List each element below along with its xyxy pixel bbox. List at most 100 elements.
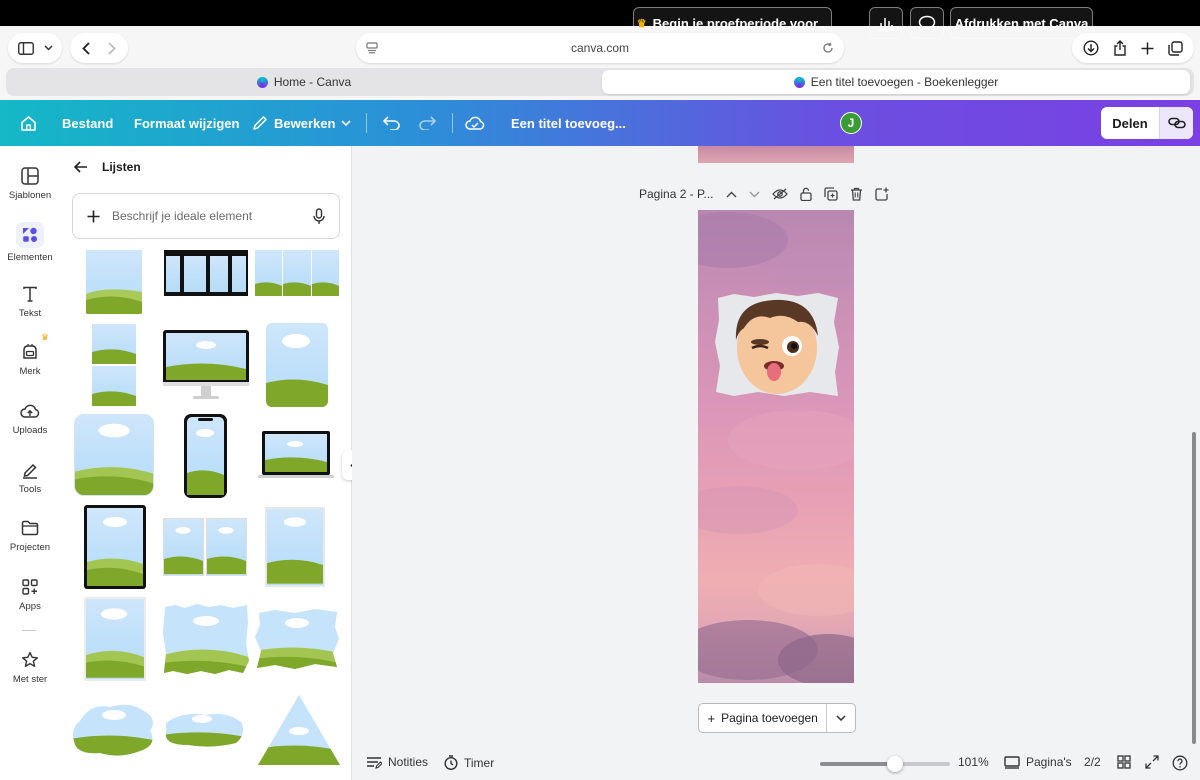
zoom-level[interactable]: 101% — [958, 755, 989, 769]
timer-icon — [444, 755, 458, 770]
bookmark-page[interactable] — [698, 210, 854, 683]
share-label: Delen — [1112, 115, 1148, 131]
redo-button[interactable] — [418, 100, 436, 146]
sidebar-toggle-button[interactable] — [8, 33, 62, 63]
fullscreen-button[interactable] — [1145, 755, 1159, 769]
memoji-sticker-image[interactable] — [714, 292, 840, 398]
comment-icon — [918, 15, 936, 32]
resize-button[interactable]: Formaat wijzigen — [134, 100, 239, 146]
page-settings-icon[interactable] — [366, 42, 378, 54]
book-spread-frame-element[interactable] — [163, 518, 247, 576]
add-page-dropdown-button[interactable] — [827, 715, 855, 721]
back-icon[interactable] — [82, 41, 90, 55]
chevron-up-icon[interactable] — [726, 191, 737, 198]
frame-element[interactable] — [86, 250, 142, 314]
torn-paper-frame-element[interactable] — [163, 603, 249, 675]
paint-splash-frame-element[interactable] — [70, 701, 158, 759]
canva-favicon-icon — [793, 76, 805, 88]
new-tab-icon[interactable] — [1141, 42, 1154, 55]
chevron-down-icon[interactable] — [749, 191, 760, 198]
tab-strip: Home - Canva Een titel toevoegen - Boeke… — [6, 68, 1194, 96]
laptop-frame-element[interactable] — [258, 431, 334, 481]
comments-button[interactable] — [910, 7, 944, 39]
lock-icon[interactable] — [799, 187, 812, 201]
stacked-photos-frame-element[interactable] — [92, 324, 136, 406]
file-menu-button[interactable]: Bestand — [62, 100, 113, 146]
apps-grid-icon — [20, 577, 40, 597]
element-search-input[interactable]: Beschrijf je ideale element — [72, 193, 340, 239]
tab-overview-icon[interactable] — [1168, 40, 1183, 56]
undo-button[interactable] — [383, 100, 401, 146]
add-page-icon[interactable] — [874, 187, 889, 201]
rail-item-elements[interactable]: Elementen — [0, 222, 60, 263]
zoom-slider-handle[interactable] — [887, 756, 904, 772]
pages-icon — [1004, 755, 1020, 769]
timer-button[interactable]: Timer — [444, 755, 494, 770]
rail-item-starred[interactable]: Met ster — [0, 650, 60, 685]
previous-page-preview[interactable] — [698, 146, 854, 163]
trial-label: Begin je proefperiode voor... — [652, 15, 829, 31]
forward-icon[interactable] — [108, 41, 116, 55]
rail-item-uploads[interactable]: Uploads — [0, 401, 60, 436]
download-icon[interactable] — [1083, 40, 1099, 56]
notes-button[interactable]: Notities — [366, 755, 428, 769]
page-count: 2/2 — [1084, 755, 1101, 769]
hide-page-icon[interactable] — [771, 188, 788, 200]
microphone-icon[interactable] — [313, 207, 325, 225]
brush-stroke-frame-element[interactable] — [255, 607, 339, 671]
print-with-canva-button[interactable]: Afdrukken met Canva — [950, 7, 1093, 39]
film-strip-frame-element[interactable] — [164, 250, 248, 296]
tab-home-canva[interactable]: Home - Canva — [10, 70, 598, 94]
page-label[interactable]: Pagina 2 - P... — [639, 187, 714, 201]
avatar[interactable]: J — [840, 112, 862, 134]
folder-icon — [20, 518, 40, 538]
triangle-frame-element[interactable] — [256, 693, 342, 767]
copy-link-button[interactable] — [1159, 107, 1193, 139]
rail-item-templates[interactable]: Sjablonen — [0, 166, 60, 201]
star-icon — [20, 650, 40, 670]
edit-menu-button[interactable]: Bewerken — [252, 100, 351, 146]
reload-icon[interactable] — [822, 42, 834, 54]
grid-view-button[interactable] — [1117, 755, 1131, 769]
design-title[interactable]: Een titel toevoeg... — [511, 100, 626, 146]
rail-divider — [22, 630, 36, 631]
canvas-scrollbar[interactable] — [1192, 432, 1196, 744]
rail-item-tools[interactable]: Tools — [0, 460, 60, 495]
triptych-frame-element[interactable] — [255, 250, 339, 296]
rail-item-projects[interactable]: Projecten — [0, 518, 60, 553]
brush-banner-frame-element[interactable] — [162, 709, 246, 749]
rail-item-brand[interactable]: Merk — [0, 342, 60, 377]
rail-item-label: Projecten — [9, 542, 51, 553]
home-button[interactable] — [20, 100, 37, 146]
zoom-slider-fill — [820, 762, 896, 766]
save-status-button[interactable] — [465, 100, 485, 146]
add-page-button[interactable]: + Pagina toevoegen — [699, 704, 828, 732]
trash-icon[interactable] — [850, 187, 863, 201]
desktop-monitor-frame-element[interactable] — [163, 330, 249, 400]
crown-icon: ♛ — [41, 332, 50, 342]
rounded-square-frame-element[interactable] — [74, 414, 154, 496]
framed-photo-element[interactable] — [84, 597, 146, 681]
toolbar-divider — [366, 113, 367, 133]
pages-button[interactable]: Pagina's — [1004, 755, 1072, 769]
rail-item-apps[interactable]: Apps — [0, 577, 60, 612]
share-icon[interactable] — [1113, 40, 1127, 56]
page-curl-frame-element[interactable] — [265, 507, 325, 587]
phone-frame-element[interactable] — [184, 414, 227, 498]
pen-tool-icon — [20, 460, 40, 480]
tab-bookmark-design[interactable]: Een titel toevoegen - Boekenlegger — [602, 70, 1190, 94]
rail-item-text[interactable]: Tekst — [0, 284, 60, 319]
insights-button[interactable] — [869, 7, 903, 39]
crown-icon: ♛ — [636, 17, 647, 30]
share-button[interactable]: Delen — [1101, 107, 1193, 139]
plus-icon — [87, 210, 100, 223]
tablet-frame-element[interactable] — [84, 505, 146, 589]
zoom-slider[interactable] — [820, 756, 950, 772]
chevron-down-icon — [43, 45, 53, 51]
rounded-frame-element[interactable] — [266, 323, 328, 407]
help-button[interactable] — [1172, 755, 1188, 771]
trial-button[interactable]: ♛ Begin je proefperiode voor... — [633, 7, 832, 39]
back-arrow-icon[interactable] — [74, 161, 88, 173]
duplicate-page-icon[interactable] — [823, 187, 838, 201]
rail-item-label: Tekst — [18, 308, 42, 319]
